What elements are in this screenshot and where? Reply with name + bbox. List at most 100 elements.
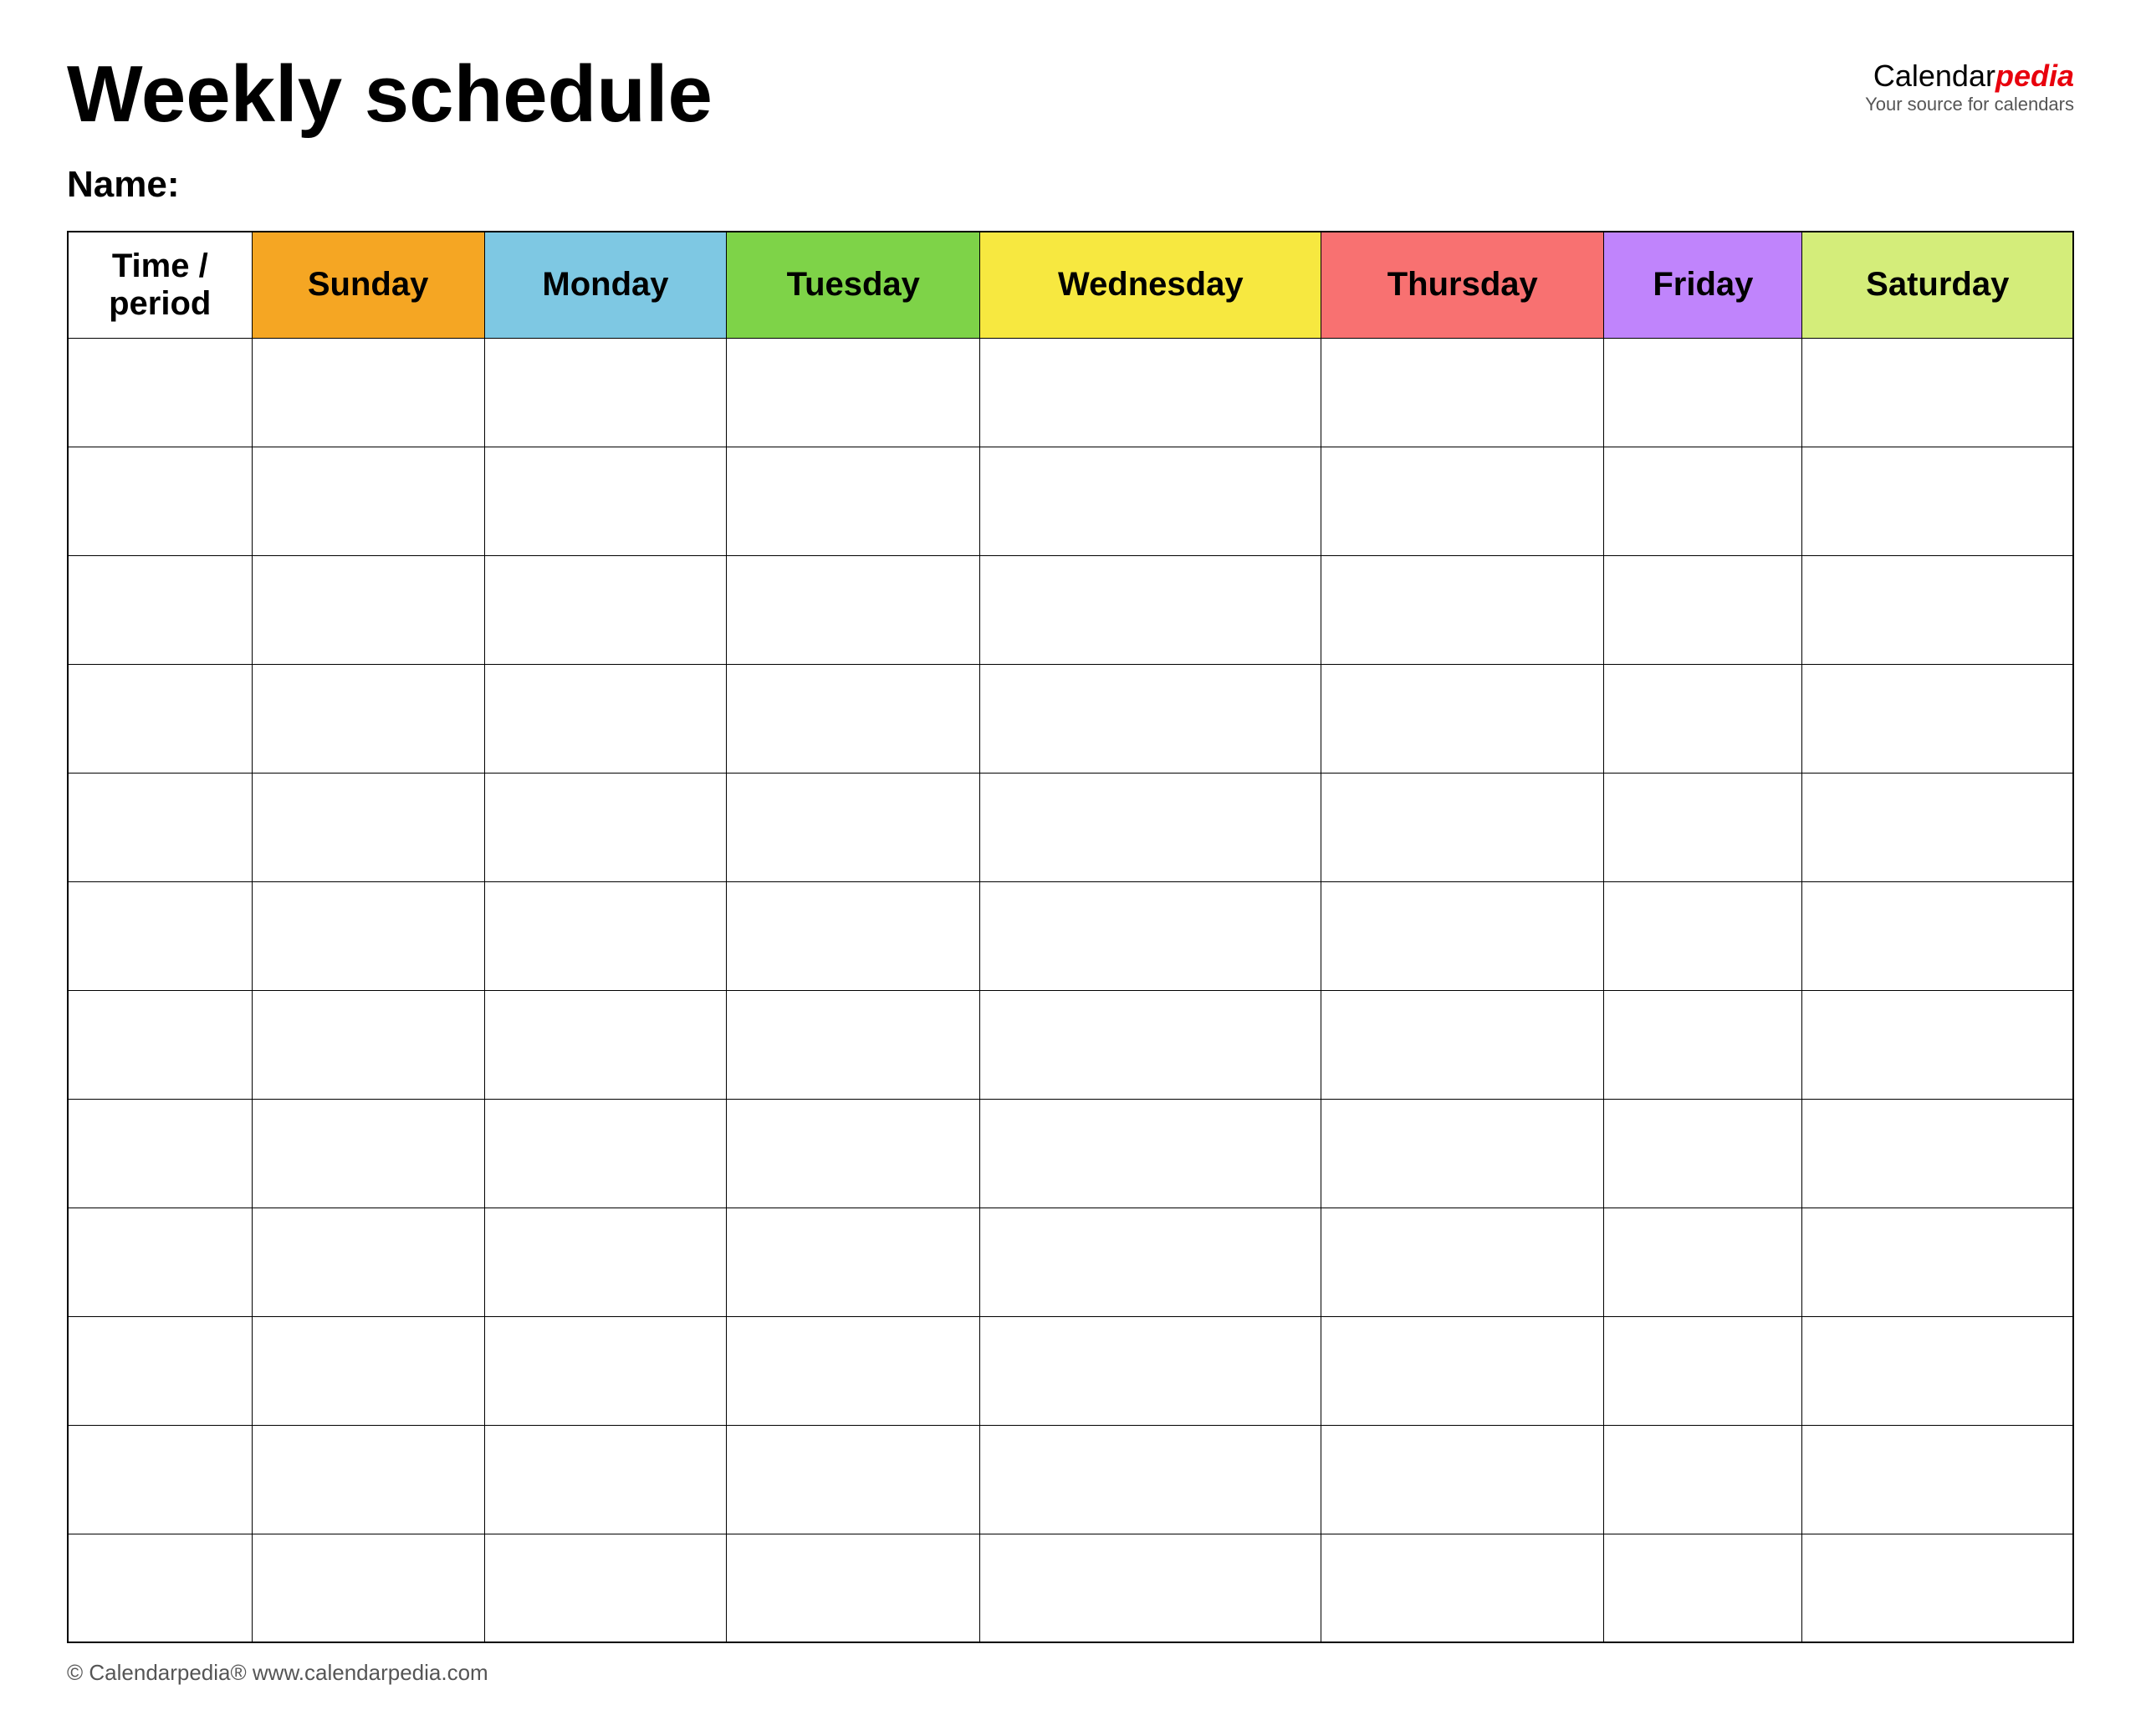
table-cell[interactable]	[1802, 664, 2073, 773]
table-cell[interactable]	[727, 773, 980, 881]
table-cell[interactable]	[68, 664, 252, 773]
table-cell[interactable]	[980, 1316, 1321, 1425]
col-header-saturday: Saturday	[1802, 232, 2073, 339]
table-cell[interactable]	[1604, 555, 1802, 664]
table-cell[interactable]	[1321, 555, 1604, 664]
table-cell[interactable]	[68, 555, 252, 664]
table-cell[interactable]	[1604, 447, 1802, 555]
table-cell[interactable]	[484, 881, 726, 990]
table-cell[interactable]	[484, 1208, 726, 1316]
table-cell[interactable]	[252, 1316, 484, 1425]
table-cell[interactable]	[1604, 338, 1802, 447]
table-cell[interactable]	[1321, 338, 1604, 447]
table-cell[interactable]	[1802, 1208, 2073, 1316]
table-cell[interactable]	[252, 1425, 484, 1534]
table-cell[interactable]	[1321, 773, 1604, 881]
table-cell[interactable]	[484, 664, 726, 773]
table-cell[interactable]	[1802, 1316, 2073, 1425]
table-cell[interactable]	[1604, 881, 1802, 990]
table-cell[interactable]	[980, 555, 1321, 664]
table-cell[interactable]	[68, 447, 252, 555]
table-cell[interactable]	[68, 881, 252, 990]
table-cell[interactable]	[980, 1208, 1321, 1316]
table-cell[interactable]	[727, 338, 980, 447]
table-cell[interactable]	[1802, 990, 2073, 1099]
table-cell[interactable]	[252, 1534, 484, 1642]
table-cell[interactable]	[1802, 1534, 2073, 1642]
table-cell[interactable]	[484, 447, 726, 555]
table-cell[interactable]	[252, 555, 484, 664]
table-cell[interactable]	[980, 773, 1321, 881]
table-cell[interactable]	[727, 555, 980, 664]
table-cell[interactable]	[1604, 773, 1802, 881]
table-cell[interactable]	[727, 1534, 980, 1642]
col-header-sunday: Sunday	[252, 232, 484, 339]
table-cell[interactable]	[484, 1316, 726, 1425]
table-cell[interactable]	[484, 990, 726, 1099]
table-cell[interactable]	[980, 1534, 1321, 1642]
table-cell[interactable]	[1604, 1316, 1802, 1425]
table-cell[interactable]	[727, 881, 980, 990]
table-cell[interactable]	[1802, 555, 2073, 664]
table-cell[interactable]	[68, 1208, 252, 1316]
table-cell[interactable]	[980, 447, 1321, 555]
table-cell[interactable]	[252, 881, 484, 990]
table-cell[interactable]	[68, 1534, 252, 1642]
table-cell[interactable]	[484, 1099, 726, 1208]
table-cell[interactable]	[1604, 990, 1802, 1099]
table-cell[interactable]	[252, 664, 484, 773]
table-cell[interactable]	[1802, 1099, 2073, 1208]
table-cell[interactable]	[1802, 447, 2073, 555]
table-cell[interactable]	[1321, 1316, 1604, 1425]
table-cell[interactable]	[68, 1099, 252, 1208]
table-cell[interactable]	[727, 990, 980, 1099]
table-cell[interactable]	[980, 338, 1321, 447]
table-cell[interactable]	[1604, 1099, 1802, 1208]
table-cell[interactable]	[68, 773, 252, 881]
table-cell[interactable]	[1802, 881, 2073, 990]
table-cell[interactable]	[980, 1425, 1321, 1534]
table-cell[interactable]	[727, 1316, 980, 1425]
table-cell[interactable]	[484, 1534, 726, 1642]
table-cell[interactable]	[1604, 1425, 1802, 1534]
table-cell[interactable]	[252, 990, 484, 1099]
table-cell[interactable]	[1604, 664, 1802, 773]
table-cell[interactable]	[1321, 447, 1604, 555]
table-cell[interactable]	[727, 1099, 980, 1208]
table-cell[interactable]	[1802, 338, 2073, 447]
table-cell[interactable]	[1321, 1208, 1604, 1316]
table-cell[interactable]	[727, 1208, 980, 1316]
table-row	[68, 1208, 2073, 1316]
table-cell[interactable]	[1604, 1208, 1802, 1316]
table-cell[interactable]	[1321, 1534, 1604, 1642]
table-cell[interactable]	[484, 555, 726, 664]
table-cell[interactable]	[727, 664, 980, 773]
table-cell[interactable]	[1604, 1534, 1802, 1642]
table-cell[interactable]	[68, 1316, 252, 1425]
table-cell[interactable]	[252, 1099, 484, 1208]
table-cell[interactable]	[1321, 664, 1604, 773]
table-cell[interactable]	[1321, 881, 1604, 990]
table-cell[interactable]	[68, 1425, 252, 1534]
table-cell[interactable]	[980, 664, 1321, 773]
table-cell[interactable]	[484, 338, 726, 447]
table-cell[interactable]	[252, 773, 484, 881]
table-cell[interactable]	[68, 990, 252, 1099]
table-cell[interactable]	[980, 881, 1321, 990]
table-cell[interactable]	[484, 773, 726, 881]
table-cell[interactable]	[68, 338, 252, 447]
table-cell[interactable]	[252, 447, 484, 555]
table-cell[interactable]	[1321, 1425, 1604, 1534]
table-cell[interactable]	[1321, 990, 1604, 1099]
table-cell[interactable]	[1802, 773, 2073, 881]
table-cell[interactable]	[1802, 1425, 2073, 1534]
table-cell[interactable]	[252, 338, 484, 447]
table-cell[interactable]	[1321, 1099, 1604, 1208]
table-cell[interactable]	[252, 1208, 484, 1316]
table-cell[interactable]	[484, 1425, 726, 1534]
table-cell[interactable]	[980, 1099, 1321, 1208]
table-cell[interactable]	[980, 990, 1321, 1099]
table-row	[68, 1099, 2073, 1208]
table-cell[interactable]	[727, 1425, 980, 1534]
table-cell[interactable]	[727, 447, 980, 555]
